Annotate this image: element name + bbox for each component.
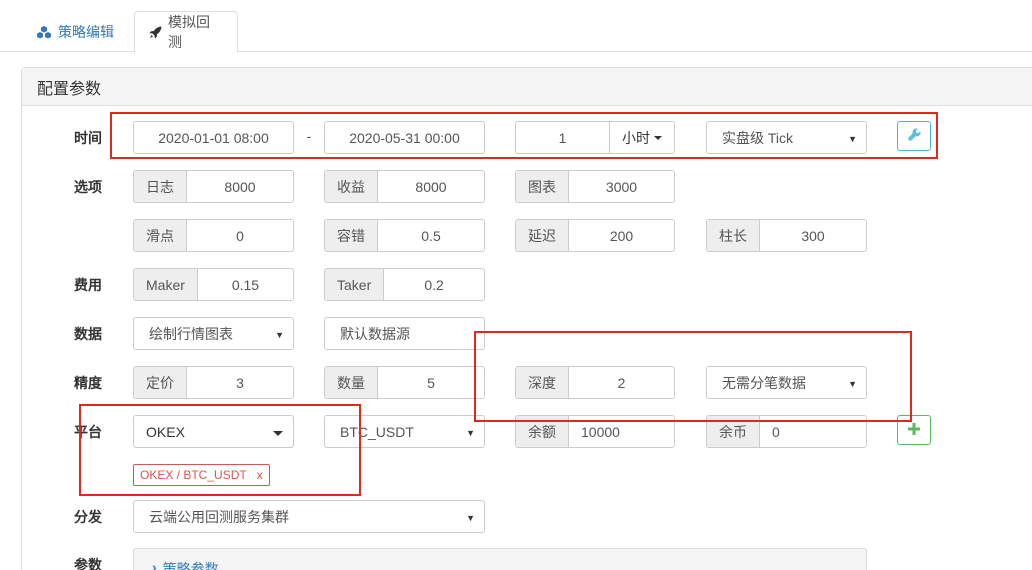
select-arrow-icon: ▼ xyxy=(848,379,857,389)
select-arrow-icon: ▼ xyxy=(466,428,475,438)
time-separator: - xyxy=(306,128,312,144)
depth-group: 深度 2 xyxy=(515,366,675,399)
delay-group: 延迟 200 xyxy=(515,219,675,252)
platform-label: 平台 xyxy=(74,424,102,440)
fault-tolerance-input[interactable]: 0.5 xyxy=(378,220,484,251)
fault-tolerance-group: 容错 0.5 xyxy=(324,219,485,252)
tab-strategy-edit[interactable]: 策略编辑 xyxy=(22,11,128,52)
maker-fee-group: Maker 0.15 xyxy=(133,268,294,301)
log-limit-group: 日志 8000 xyxy=(133,170,294,203)
chart-mode-select[interactable]: 绘制行情图表 ▼ xyxy=(133,317,294,350)
tab-backtest[interactable]: 模拟回测 xyxy=(134,11,238,53)
delay-input[interactable]: 200 xyxy=(569,220,674,251)
balance-input[interactable]: 10000 xyxy=(569,416,674,447)
trades-data-value: 无需分笔数据 xyxy=(722,374,806,391)
taker-fee-input[interactable]: 0.2 xyxy=(384,269,484,300)
caret-down-icon xyxy=(654,135,662,140)
coins-input[interactable]: 0 xyxy=(760,416,866,447)
bar-length-input[interactable]: 300 xyxy=(760,220,866,251)
rocket-icon xyxy=(149,26,162,39)
settings-wrench-button[interactable] xyxy=(897,121,931,151)
exchange-value: OKEX xyxy=(146,423,185,440)
price-precision-input[interactable]: 3 xyxy=(187,367,293,398)
platform-tag-remove[interactable]: x xyxy=(257,468,263,482)
tick-mode-value: 实盘级 Tick xyxy=(722,129,794,146)
end-time-input[interactable]: 2020-05-31 00:00 xyxy=(324,121,485,154)
platform-tag-label: OKEX / BTC_USDT xyxy=(140,468,247,482)
trades-data-select[interactable]: 无需分笔数据 ▼ xyxy=(706,366,867,399)
strategy-params-section[interactable]: › 策略参数 xyxy=(133,548,867,570)
add-platform-button[interactable] xyxy=(897,415,931,445)
fault-tolerance-addon: 容错 xyxy=(325,220,378,251)
period-group: 1 小时 xyxy=(515,121,675,154)
period-unit-label: 小时 xyxy=(622,129,650,146)
dispatch-label: 分发 xyxy=(74,509,102,525)
params-label: 参数 xyxy=(74,557,102,570)
select-arrow-icon: ▼ xyxy=(848,134,857,144)
select-arrow-icon: ▼ xyxy=(275,330,284,340)
maker-fee-input[interactable]: 0.15 xyxy=(198,269,293,300)
options-label: 选项 xyxy=(74,179,102,195)
profit-limit-group: 收益 8000 xyxy=(324,170,485,203)
maker-fee-addon: Maker xyxy=(134,269,198,300)
slippage-addon: 滑点 xyxy=(134,220,187,251)
coins-group: 余币 0 xyxy=(706,415,867,448)
bar-length-addon: 柱长 xyxy=(707,220,760,251)
depth-input[interactable]: 2 xyxy=(569,367,674,398)
data-source-value: 默认数据源 xyxy=(340,325,410,342)
quantity-precision-input[interactable]: 5 xyxy=(378,367,484,398)
select-arrow-icon: ▼ xyxy=(466,513,475,523)
price-precision-group: 定价 3 xyxy=(133,366,294,399)
profit-limit-input[interactable]: 8000 xyxy=(378,171,484,202)
caret-down-icon xyxy=(273,431,283,436)
chart-limit-addon: 图表 xyxy=(516,171,569,202)
plus-icon xyxy=(908,422,920,438)
taker-fee-addon: Taker xyxy=(325,269,385,300)
pair-value: BTC_USDT xyxy=(340,423,414,440)
chart-limit-input[interactable]: 3000 xyxy=(569,171,674,202)
data-label: 数据 xyxy=(74,326,102,342)
price-precision-addon: 定价 xyxy=(134,367,187,398)
profit-limit-addon: 收益 xyxy=(325,171,378,202)
quantity-precision-group: 数量 5 xyxy=(324,366,485,399)
balance-group: 余额 10000 xyxy=(515,415,675,448)
bar-length-group: 柱长 300 xyxy=(706,219,867,252)
pair-select[interactable]: BTC_USDT ▼ xyxy=(324,415,485,448)
period-value-input[interactable]: 1 xyxy=(516,122,610,153)
coins-addon: 余币 xyxy=(707,416,760,447)
platform-tag: OKEX / BTC_USDT x xyxy=(133,464,270,486)
chart-mode-value: 绘制行情图表 xyxy=(149,325,233,342)
exchange-select[interactable]: OKEX xyxy=(133,415,294,448)
cluster-value: 云端公用回测服务集群 xyxy=(149,508,289,525)
data-source-select[interactable]: 默认数据源 xyxy=(324,317,485,350)
chevron-right-icon: › xyxy=(152,559,157,570)
depth-addon: 深度 xyxy=(516,367,569,398)
fees-label: 费用 xyxy=(74,277,102,293)
slippage-group: 滑点 0 xyxy=(133,219,294,252)
log-limit-addon: 日志 xyxy=(134,171,187,202)
tab-label: 策略编辑 xyxy=(58,23,114,40)
tab-bar: 策略编辑 模拟回测 xyxy=(0,0,1032,53)
wrench-icon xyxy=(907,128,921,144)
cluster-select[interactable]: 云端公用回测服务集群 ▼ xyxy=(133,500,485,533)
slippage-input[interactable]: 0 xyxy=(187,220,293,251)
strategy-params-title: 策略参数 xyxy=(162,561,219,570)
period-unit-dropdown[interactable]: 小时 xyxy=(610,122,674,153)
tick-mode-select[interactable]: 实盘级 Tick ▼ xyxy=(706,121,867,154)
delay-addon: 延迟 xyxy=(516,220,569,251)
start-time-input[interactable]: 2020-01-01 08:00 xyxy=(133,121,294,154)
quantity-precision-addon: 数量 xyxy=(325,367,378,398)
taker-fee-group: Taker 0.2 xyxy=(324,268,485,301)
cubes-icon xyxy=(36,25,52,39)
balance-addon: 余额 xyxy=(516,416,569,447)
chart-limit-group: 图表 3000 xyxy=(515,170,675,203)
log-limit-input[interactable]: 8000 xyxy=(187,171,293,202)
panel-title: 配置参数 xyxy=(22,68,1032,106)
precision-label: 精度 xyxy=(74,375,102,391)
time-label: 时间 xyxy=(74,130,102,146)
tab-label: 模拟回测 xyxy=(168,14,210,50)
